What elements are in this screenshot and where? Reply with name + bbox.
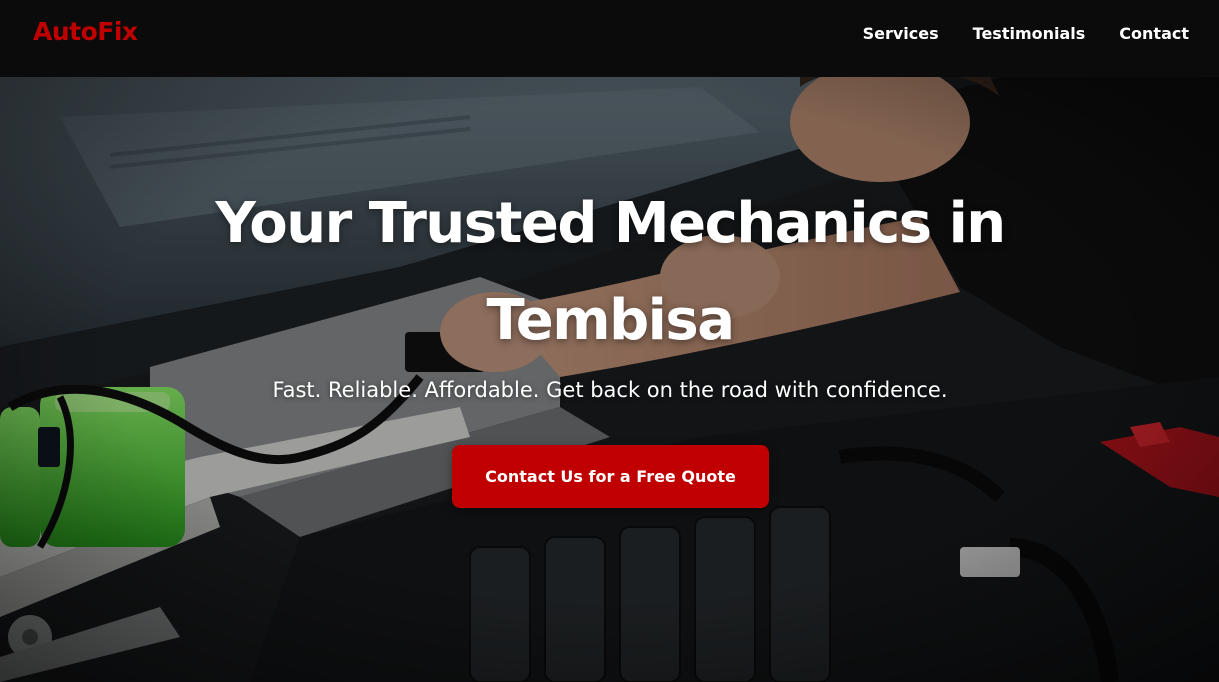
nav-link-services[interactable]: Services bbox=[863, 24, 939, 44]
landing-page: AutoFix Services Testimonials Contact Yo… bbox=[0, 0, 1219, 682]
brand-logo[interactable]: AutoFix bbox=[33, 17, 138, 46]
hero-section: Your Trusted Mechanics in Tembisa Fast. … bbox=[0, 77, 1219, 682]
free-quote-button[interactable]: Contact Us for a Free Quote bbox=[452, 445, 769, 508]
nav-link-contact[interactable]: Contact bbox=[1119, 24, 1189, 44]
hero-title: Your Trusted Mechanics in Tembisa bbox=[215, 191, 1006, 353]
nav-link-testimonials[interactable]: Testimonials bbox=[973, 24, 1086, 44]
hero-subtitle: Fast. Reliable. Affordable. Get back on … bbox=[272, 378, 948, 402]
hero-content: Your Trusted Mechanics in Tembisa Fast. … bbox=[0, 77, 1219, 682]
site-header: AutoFix Services Testimonials Contact bbox=[0, 0, 1219, 77]
main-nav: Services Testimonials Contact bbox=[863, 24, 1189, 44]
